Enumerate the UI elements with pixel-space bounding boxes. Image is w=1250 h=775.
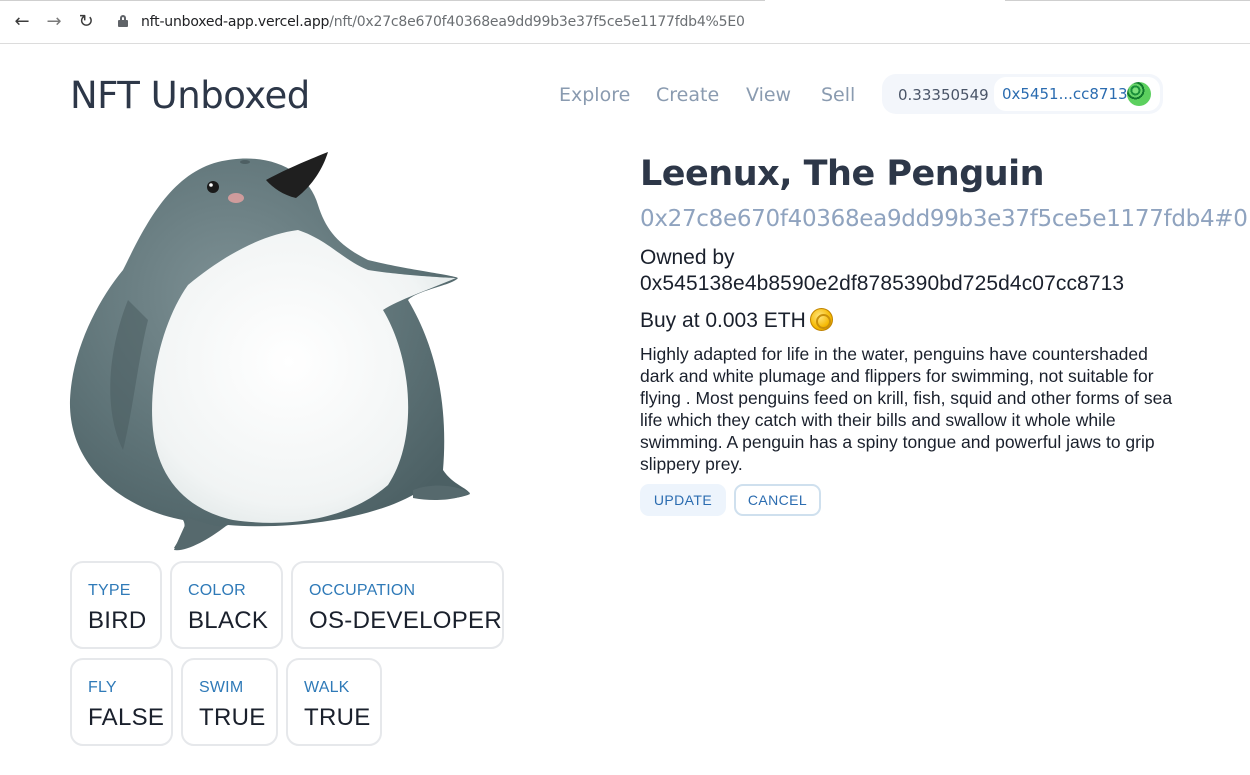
price-text: Buy at 0.003 ETH	[640, 309, 806, 332]
nft-description: Highly adapted for life in the water, pe…	[640, 344, 1173, 474]
nft-title: Leenux, The Penguin	[640, 154, 1045, 194]
identicon-avatar-icon	[1127, 82, 1151, 106]
address-bar[interactable]: nft-unboxed-app.vercel.app/nft/0x27c8e67…	[141, 13, 745, 31]
property-walk-card: WALK TRUE	[286, 658, 382, 746]
property-key: SWIM	[199, 679, 244, 696]
reload-icon[interactable]: ↻	[76, 12, 96, 32]
wallet-balance: 0.33350549	[898, 86, 989, 104]
property-key: FLY	[88, 679, 117, 696]
url-path: /nft/0x27c8e670f40368ea9dd99b3e37f5ce5e1…	[329, 14, 745, 30]
property-value: TRUE	[304, 704, 371, 731]
owner-address: 0x545138e4b8590e2df8785390bd725d4c07cc87…	[640, 272, 1125, 295]
property-value: FALSE	[88, 704, 165, 731]
nav-sell-link[interactable]: Sell	[821, 84, 855, 106]
property-value: OS-DEVELOPER	[309, 607, 502, 634]
browser-toolbar: ← → ↻ nft-unboxed-app.vercel.app/nft/0x2…	[0, 0, 1250, 44]
nav-explore-link[interactable]: Explore	[559, 84, 630, 106]
token-id: 0x27c8e670f40368ea9dd99b3e37f5ce5e1177fd…	[640, 206, 1248, 232]
property-value: BLACK	[188, 607, 269, 634]
penguin-image	[69, 152, 471, 551]
property-occupation-card: OCCUPATION OS-DEVELOPER	[291, 561, 504, 649]
price: Buy at 0.003 ETH	[640, 308, 833, 333]
brand-logo[interactable]: NFT Unboxed	[70, 74, 310, 117]
url-host: nft-unboxed-app.vercel.app	[141, 14, 330, 30]
penguin-cheek	[228, 193, 244, 203]
property-fly-card: FLY FALSE	[70, 658, 173, 746]
property-value: TRUE	[199, 704, 266, 731]
property-key: OCCUPATION	[309, 582, 416, 599]
tab-divider	[1005, 0, 1250, 1]
forward-arrow-icon[interactable]: →	[44, 12, 64, 32]
property-value: BIRD	[88, 607, 147, 634]
wallet-address: 0x5451...cc8713	[1002, 85, 1128, 103]
wallet-address-pill[interactable]: 0x5451...cc8713	[994, 77, 1160, 111]
coin-icon	[809, 308, 833, 331]
back-arrow-icon[interactable]: ←	[12, 12, 32, 32]
cancel-button[interactable]: CANCEL	[734, 484, 821, 516]
nav-view-link[interactable]: View	[746, 84, 791, 106]
lock-icon[interactable]	[118, 15, 128, 27]
owned-by-label: Owned by	[640, 246, 735, 269]
wallet-button[interactable]: 0.33350549 0x5451...cc8713	[882, 74, 1163, 114]
tab-divider	[0, 0, 765, 1]
nav-create-link[interactable]: Create	[656, 84, 719, 106]
property-color-card: COLOR BLACK	[170, 561, 283, 649]
property-swim-card: SWIM TRUE	[181, 658, 278, 746]
update-button[interactable]: UPDATE	[640, 484, 726, 516]
property-key: TYPE	[88, 582, 131, 599]
penguin-eye	[207, 181, 219, 193]
property-key: COLOR	[188, 582, 246, 599]
property-key: WALK	[304, 679, 350, 696]
property-type-card: TYPE BIRD	[70, 561, 162, 649]
